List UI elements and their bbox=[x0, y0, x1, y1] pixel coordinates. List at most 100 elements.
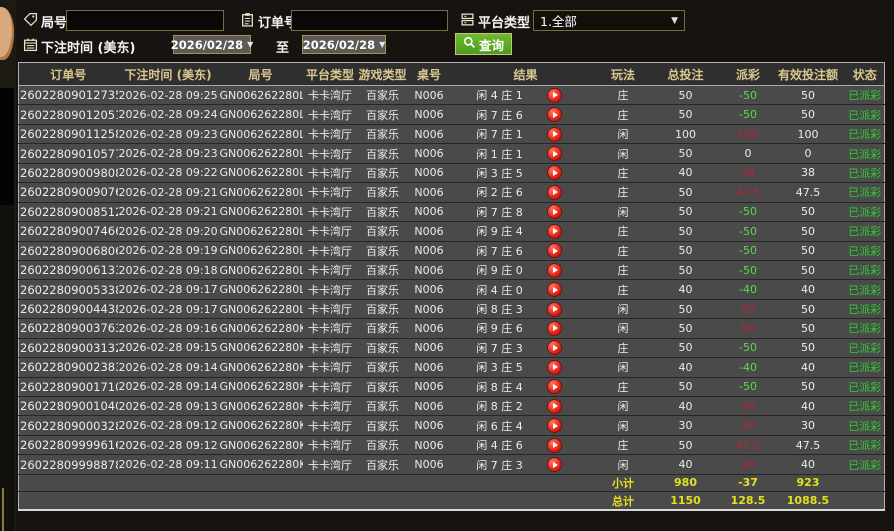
replay-icon[interactable] bbox=[547, 438, 561, 452]
bet-time: 2026-02-28 09:25:09 bbox=[117, 85, 219, 106]
table-number: N006 bbox=[407, 357, 451, 378]
table-row: 2602280900851292026-02-28 09:21:04GN0062… bbox=[18, 202, 885, 223]
order-number: 260228090112585 bbox=[18, 124, 118, 145]
table-number: N006 bbox=[407, 260, 451, 281]
table-row: 2602280900104092026-02-28 09:13:33GN0062… bbox=[18, 396, 885, 417]
replay-icon[interactable] bbox=[547, 108, 561, 122]
bet-time: 2026-02-28 09:12:46 bbox=[117, 415, 219, 436]
order-number: 260228090053380 bbox=[18, 279, 118, 300]
subtotal-spacer bbox=[18, 473, 601, 492]
platform-type: 卡卡湾厅 bbox=[302, 377, 358, 398]
replay-icon[interactable] bbox=[547, 185, 561, 199]
result-cell: 闲 8 庄 3 bbox=[450, 299, 601, 320]
grand-total-valid-bet: 1088.5 bbox=[770, 490, 846, 512]
play-type: 庄 bbox=[600, 221, 646, 242]
order-number-input[interactable] bbox=[291, 10, 448, 31]
date-to-value: 2026/02/28 bbox=[302, 37, 376, 52]
replay-icon[interactable] bbox=[547, 283, 561, 297]
result-text: 闲 1 庄 1 bbox=[476, 147, 523, 161]
platform-type-select[interactable]: 1.全部 ▼ bbox=[533, 10, 685, 31]
replay-icon[interactable] bbox=[547, 380, 561, 394]
table-header-row: 订单号 下注时间 (美东) 局号 平台类型 游戏类型 桌号 结果 玩法 总投注 … bbox=[18, 62, 885, 86]
subtotal-payout: -37 bbox=[725, 473, 771, 492]
col-header-result: 结果 bbox=[450, 62, 601, 86]
valid-bet: 40 bbox=[770, 396, 846, 417]
replay-icon[interactable] bbox=[547, 127, 561, 141]
table-row: 2602280900533802026-02-28 09:17:53GN0062… bbox=[18, 279, 885, 300]
left-panel-block bbox=[0, 88, 14, 205]
replay-icon[interactable] bbox=[547, 224, 561, 238]
result-cell: 闲 4 庄 0 bbox=[450, 279, 601, 300]
valid-bet: 50 bbox=[770, 104, 846, 125]
search-button[interactable]: 查询 bbox=[455, 33, 513, 55]
col-header-play-type: 玩法 bbox=[600, 62, 646, 86]
order-number: 260228090003287 bbox=[18, 415, 118, 436]
platform-type-selected-value: 1.全部 bbox=[540, 14, 577, 29]
date-from-picker[interactable]: 2026/02/28 ▼ bbox=[171, 35, 253, 54]
table-row: 2602280900238372026-02-28 09:14:59GN0062… bbox=[18, 357, 885, 378]
order-number: 260228090010409 bbox=[18, 396, 118, 417]
replay-icon[interactable] bbox=[547, 244, 561, 258]
play-type: 庄 bbox=[600, 104, 646, 125]
table-row: 2602280900171012026-02-28 09:14:15GN0062… bbox=[18, 377, 885, 398]
replay-icon[interactable] bbox=[547, 360, 561, 374]
status: 已派彩 bbox=[845, 182, 885, 203]
round-number-input[interactable] bbox=[66, 10, 224, 31]
bet-time: 2026-02-28 09:12:04 bbox=[117, 435, 219, 456]
grand-total-spacer bbox=[18, 490, 601, 512]
platform-type: 卡卡湾厅 bbox=[302, 318, 358, 339]
replay-icon[interactable] bbox=[547, 147, 561, 161]
bet-time: 2026-02-28 09:14:15 bbox=[117, 377, 219, 398]
round-number: GN006262280LA bbox=[218, 104, 303, 125]
status: 已派彩 bbox=[845, 163, 885, 184]
play-type: 闲 bbox=[600, 299, 646, 320]
table-row: 2602280999887892026-02-28 09:11:19GN0062… bbox=[18, 454, 885, 475]
total-bet: 40 bbox=[645, 396, 726, 417]
payout: -50 bbox=[725, 202, 771, 223]
round-number: GN006262280KZ bbox=[218, 318, 303, 339]
bet-records-table: 订单号 下注时间 (美东) 局号 平台类型 游戏类型 桌号 结果 玩法 总投注 … bbox=[18, 62, 885, 512]
result-cell: 闲 1 庄 1 bbox=[450, 143, 601, 164]
replay-icon[interactable] bbox=[547, 302, 561, 316]
play-type: 庄 bbox=[600, 182, 646, 203]
play-type: 闲 bbox=[600, 357, 646, 378]
replay-icon[interactable] bbox=[547, 263, 561, 277]
grand-total-status-empty bbox=[845, 490, 885, 512]
table-row: 2602280900443862026-02-28 09:17:03GN0062… bbox=[18, 299, 885, 320]
payout: 47.5 bbox=[725, 435, 771, 456]
payout: 50 bbox=[725, 299, 771, 320]
total-bet: 50 bbox=[645, 85, 726, 106]
replay-icon[interactable] bbox=[547, 419, 561, 433]
result-cell: 闲 7 庄 3 bbox=[450, 338, 601, 359]
replay-icon[interactable] bbox=[547, 205, 561, 219]
platform-type: 卡卡湾厅 bbox=[302, 415, 358, 436]
play-type: 庄 bbox=[600, 338, 646, 359]
bet-time: 2026-02-28 09:11:19 bbox=[117, 454, 219, 475]
table-number: N006 bbox=[407, 124, 451, 145]
status: 已派彩 bbox=[845, 299, 885, 320]
left-panel-accent-line bbox=[2, 488, 4, 531]
date-to-picker[interactable]: 2026/02/28 ▼ bbox=[302, 35, 386, 54]
replay-icon[interactable] bbox=[547, 321, 561, 335]
table-number: N006 bbox=[407, 143, 451, 164]
replay-icon[interactable] bbox=[547, 341, 561, 355]
game-type: 百家乐 bbox=[357, 104, 408, 125]
replay-icon[interactable] bbox=[547, 166, 561, 180]
bet-time: 2026-02-28 09:17:53 bbox=[117, 279, 219, 300]
game-type: 百家乐 bbox=[357, 163, 408, 184]
total-bet: 50 bbox=[645, 260, 726, 281]
platform-type: 卡卡湾厅 bbox=[302, 241, 358, 261]
bet-time: 2026-02-28 09:14:59 bbox=[117, 357, 219, 378]
replay-icon[interactable] bbox=[547, 88, 561, 102]
valid-bet: 50 bbox=[770, 299, 846, 320]
valid-bet: 0 bbox=[770, 143, 846, 164]
platform-type: 卡卡湾厅 bbox=[302, 396, 358, 417]
result-text: 闲 7 庄 6 bbox=[476, 244, 523, 258]
table-row: 2602280900613372026-02-28 09:18:43GN0062… bbox=[18, 260, 885, 281]
payout: -50 bbox=[725, 85, 771, 106]
replay-icon[interactable] bbox=[547, 399, 561, 413]
play-type: 庄 bbox=[600, 260, 646, 281]
order-number: 260228090085129 bbox=[18, 202, 118, 223]
replay-icon[interactable] bbox=[547, 458, 561, 472]
game-type: 百家乐 bbox=[357, 318, 408, 339]
